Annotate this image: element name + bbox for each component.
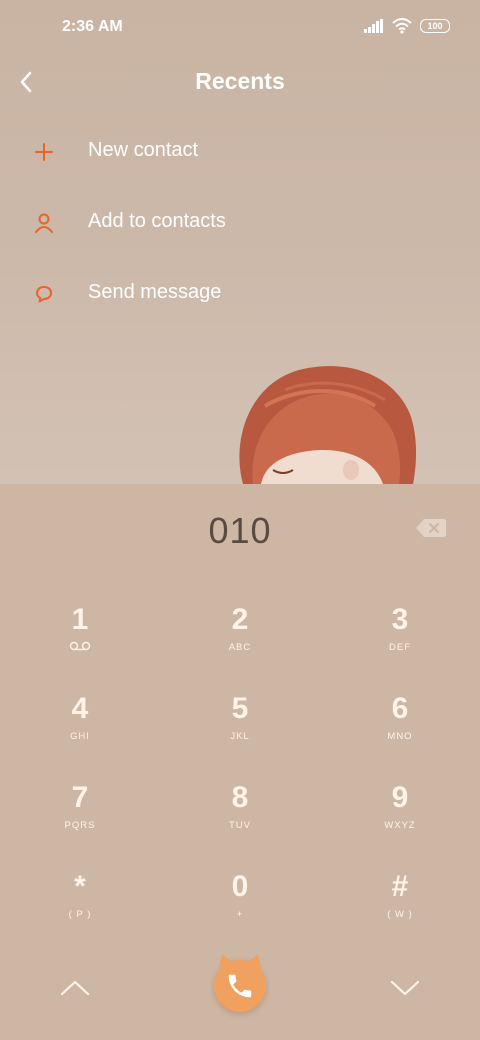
signal-icon (364, 19, 383, 33)
new-contact-label: New contact (88, 139, 199, 161)
status-time: 2:36 AM (62, 18, 123, 35)
person-icon (35, 213, 53, 233)
plus-icon (35, 143, 53, 161)
key-digit: 0 (231, 870, 249, 903)
key-digit: 7 (71, 781, 89, 814)
recents-screen: 2:36 AM 100 Recents New contact Add to c… (0, 0, 480, 484)
key-digit: # (391, 870, 409, 903)
key-8[interactable]: 8 TUV (170, 772, 310, 852)
key-digit: 5 (231, 692, 249, 725)
key-5[interactable]: 5 JKL (170, 683, 310, 763)
bottom-bar (0, 940, 480, 1040)
key-letters: TUV (229, 820, 251, 831)
key-letters: ABC (228, 642, 252, 653)
chat-bubble-icon (36, 286, 52, 303)
key-1[interactable]: 1 (10, 594, 150, 674)
key-star[interactable]: * ( P ) (10, 861, 150, 941)
key-2[interactable]: 2 ABC (170, 594, 310, 674)
key-letters: ( W ) (387, 909, 413, 920)
status-icons: 100 (364, 18, 450, 34)
key-digit: 1 (71, 603, 89, 636)
key-digit: 6 (391, 692, 409, 725)
voicemail-icon (69, 641, 91, 651)
key-letters: GHI (70, 731, 90, 742)
key-digit: 9 (391, 781, 409, 814)
header: Recents (0, 56, 480, 108)
key-hash[interactable]: # ( W ) (330, 861, 470, 941)
page-title: Recents (195, 68, 285, 94)
dial-pad-panel: 010 1 2 ABC 3 DEF 4 GHI 5 JKL 6 MNO 7 PQ… (0, 484, 480, 1040)
key-9[interactable]: 9 WXYZ (330, 772, 470, 852)
chevron-down-icon[interactable] (385, 968, 425, 1008)
call-button[interactable] (214, 951, 266, 1012)
key-digit: 3 (391, 603, 409, 636)
add-to-contacts-item[interactable]: Add to contacts (0, 193, 480, 253)
chevron-up-icon[interactable] (55, 968, 95, 1008)
key-letters: MNO (387, 731, 413, 742)
key-letters: WXYZ (384, 820, 416, 831)
key-letters: + (236, 909, 244, 920)
wallpaper-illustration (239, 366, 417, 484)
dialed-number: 010 (208, 510, 272, 551)
key-digit: 4 (71, 692, 89, 725)
key-letters: ( P ) (68, 909, 92, 920)
new-contact-item[interactable]: New contact (0, 122, 480, 182)
key-digit: 2 (231, 603, 249, 636)
key-digit: 8 (231, 781, 249, 814)
key-6[interactable]: 6 MNO (330, 683, 470, 763)
key-3[interactable]: 3 DEF (330, 594, 470, 674)
send-message-item[interactable]: Send message (0, 264, 480, 324)
call-button-ear-left (214, 951, 234, 969)
key-4[interactable]: 4 GHI (10, 683, 150, 763)
battery-icon: 100 (420, 19, 450, 33)
key-letters: DEF (389, 642, 411, 653)
key-letters: JKL (230, 731, 250, 742)
wifi-icon (392, 18, 412, 34)
key-7[interactable]: 7 PQRS (10, 772, 150, 852)
phone-icon (228, 974, 252, 998)
status-bar: 2:36 AM 100 (0, 0, 480, 56)
send-message-label: Send message (88, 281, 222, 303)
backspace-icon[interactable] (415, 517, 447, 539)
key-digit: * (74, 870, 86, 903)
key-letters: PQRS (64, 820, 96, 831)
call-button-ear-right (246, 951, 266, 969)
add-to-contacts-label: Add to contacts (88, 210, 226, 232)
key-0[interactable]: 0 + (170, 861, 310, 941)
